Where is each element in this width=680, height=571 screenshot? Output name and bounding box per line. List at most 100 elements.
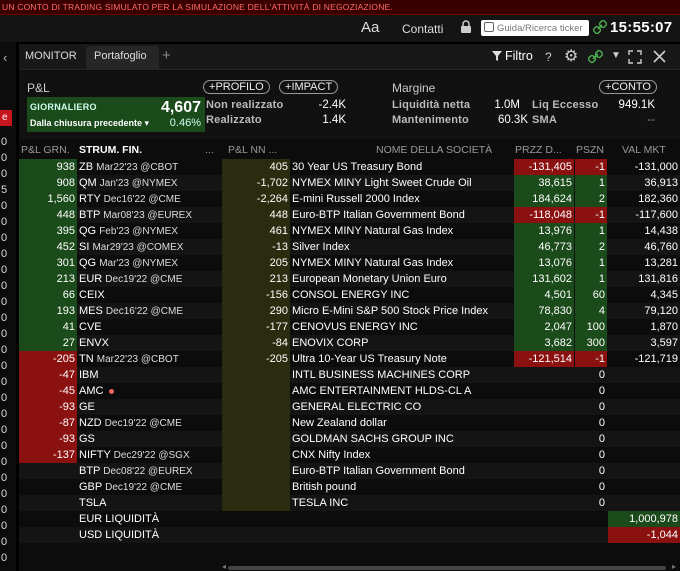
table-row[interactable]: 908 QM Jan'23 @NYMEX -1,702 NYMEX MINY Ligh… [19,175,680,191]
tab-portfolio[interactable]: Portafoglio [94,50,147,62]
left-strip-value: 0 [1,168,8,180]
tab-monitor[interactable]: MONITOR [25,50,77,62]
filter-button[interactable]: Filtro [505,49,533,63]
col-market-value[interactable]: VAL MKT [622,144,666,156]
instrument-cell[interactable]: ENVX [79,335,221,351]
instrument-expiry: Mar22'23 @CBOT [96,162,179,173]
instrument-symbol: BTP [79,465,101,477]
link-icon[interactable] [593,20,607,34]
collapse-arrow-icon[interactable]: ‹ [3,50,7,65]
col-position[interactable]: PSZN [576,144,604,156]
table-row[interactable]: -93 GE GENERAL ELECTRIC CO 0 [19,399,680,415]
table-row[interactable]: 41 CVE -177 CENOVUS ENERGY INC 2,047 100 1,870 [19,319,680,335]
col-avg-price[interactable]: PRZZ D... [515,144,562,156]
contacts-link[interactable]: Contatti [402,22,443,36]
unrealized-pnl-cell [222,367,290,383]
table-row[interactable]: TSLA TESLA INC 0 [19,495,680,511]
scroll-left-icon[interactable]: ◂ [222,562,226,571]
add-tab-icon[interactable]: + [162,47,171,64]
market-value-cell: 3,597 [650,337,678,349]
horizontal-scrollbar[interactable]: ◂ ▸ [222,562,680,571]
table-row[interactable]: -45 AMC AMC ENTERTAINMENT HLDS-CL A 0 [19,383,680,399]
font-size-button[interactable]: Aa [361,19,379,36]
table-row[interactable]: 301 QG Mar'23 @NYMEX 205 NYMEX MINY Natural… [19,255,680,271]
col-pnl-unrealized[interactable]: P&L NN ... [228,144,277,156]
instrument-cell[interactable]: CEIX [79,287,221,303]
table-row[interactable]: GBP Dec19'22 @CME British pound 0 [19,479,680,495]
instrument-cell[interactable]: ZB Mar22'23 @CBOT [79,159,221,175]
instrument-symbol: EUR [79,273,103,285]
net-liquidity-value: 1.0M [494,99,520,111]
table-row[interactable]: 66 CEIX -156 CONSOL ENERGY INC 4,501 60 4,345 [19,287,680,303]
help-icon[interactable]: ? [545,50,552,64]
unrealized-value: -2.4K [318,99,347,111]
instrument-cell[interactable]: IBM [79,367,221,383]
table-row[interactable]: -205 TN Mar22'23 @CBOT -205 Ultra 10-Year U… [19,351,680,367]
account-button[interactable]: +CONTO [599,80,657,94]
instrument-cell[interactable]: QM Jan'23 @NYMEX [79,175,221,191]
lock-icon[interactable] [460,20,472,34]
table-row[interactable]: -137 NIFTY Dec29'22 @SGX CNX Nifty Index 0 [19,447,680,463]
instrument-cell[interactable]: GBP Dec19'22 @CME [79,479,221,495]
table-row[interactable]: -93 GS GOLDMAN SACHS GROUP INC 0 [19,431,680,447]
instrument-cell[interactable]: SI Mar29'23 @COMEX [79,239,221,255]
table-row[interactable]: BTP Dec08'22 @EUREX Euro-BTP Italian Gove… [19,463,680,479]
instrument-cell[interactable]: TSLA [79,495,221,511]
col-more[interactable]: ... [205,144,214,156]
col-pnl-day[interactable]: P&L GRN. [21,144,70,156]
unrealized-pnl-cell [222,479,290,495]
table-row[interactable]: 27 ENVX -84 ENOVIX CORP 3,682 300 3,597 [19,335,680,351]
col-instrument[interactable]: STRUM. FIN. [79,144,142,156]
impact-button[interactable]: +IMPACT [279,80,339,94]
table-row[interactable]: 938 ZB Mar22'23 @CBOT 405 30 Year US Treasu… [19,159,680,175]
instrument-cell[interactable]: CVE [79,319,221,335]
instrument-cell[interactable]: EUR Dec19'22 @CME [79,271,221,287]
instrument-cell[interactable]: GS [79,431,221,447]
instrument-cell[interactable]: RTY Dec16'22 @CME [79,191,221,207]
search-icon [484,22,494,32]
instrument-cell[interactable]: BTP Dec08'22 @EUREX [79,463,221,479]
instrument-cell[interactable]: MES Dec16'22 @CME [79,303,221,319]
filter-icon[interactable] [492,51,502,61]
table-row[interactable]: 1,560 RTY Dec16'22 @CME -2,264 E-mini Russe… [19,191,680,207]
unrealized-label: Non realizzato [206,99,284,111]
left-strip-value: 0 [1,152,8,164]
table-row[interactable]: 193 MES Dec16'22 @CME 290 Micro E-Mini S&P … [19,303,680,319]
instrument-expiry: Mar'23 @NYMEX [99,258,178,269]
dropdown-caret-icon[interactable]: ▼ [611,50,621,61]
gear-icon[interactable]: ⚙ [564,46,578,66]
table-row[interactable]: 213 EUR Dec19'22 @CME 213 European Monetary… [19,271,680,287]
market-value-cell [608,495,680,511]
daily-pnl-cell [19,463,77,479]
table-row[interactable]: 395 QG Feb'23 @NYMEX 461 NYMEX MINY Natural… [19,223,680,239]
search-input[interactable] [497,21,587,35]
instrument-cell[interactable]: BTP Mar08'23 @EUREX [79,207,221,223]
scroll-right-icon[interactable]: ▸ [672,562,676,571]
col-company-name[interactable]: NOME DELLA SOCIETÀ [376,144,492,156]
instrument-cell[interactable]: AMC [79,383,221,399]
instrument-cell[interactable]: NIFTY Dec29'22 @SGX [79,447,221,463]
instrument-cell[interactable]: GE [79,399,221,415]
table-row[interactable]: 452 SI Mar29'23 @COMEX -13 Silver Index 46,7… [19,239,680,255]
cash-row[interactable]: USD LIQUIDITÀ -1,044 [19,527,680,543]
cash-row[interactable]: EUR LIQUIDITÀ 1,000,978 [19,511,680,527]
left-strip-value: 0 [1,216,8,228]
company-name-cell: Micro E-Mini S&P 500 Stock Price Index [292,305,489,317]
expand-icon[interactable] [628,50,642,64]
table-row[interactable]: -87 NZD Dec19'22 @CME New Zealand dollar 0 [19,415,680,431]
search-box[interactable] [481,20,589,36]
instrument-cell[interactable]: QG Feb'23 @NYMEX [79,223,221,239]
instrument-cell[interactable]: QG Mar'23 @NYMEX [79,255,221,271]
scroll-thumb[interactable] [228,566,666,570]
link-group-icon[interactable] [588,50,604,64]
table-row[interactable]: -47 IBM INTL BUSINESS MACHINES CORP 0 [19,367,680,383]
table-row[interactable]: 448 BTP Mar08'23 @EUREX 448 Euro-BTP Italia… [19,207,680,223]
instrument-cell[interactable]: TN Mar22'23 @CBOT [79,351,221,367]
avg-price-cell [514,495,574,511]
profile-button[interactable]: +PROFILO [203,80,270,94]
left-strip-value: 0 [1,536,8,548]
market-value-cell [608,463,680,479]
close-icon[interactable] [653,50,666,63]
since-prev-close-dropdown[interactable]: Dalla chiusura precedente ▾ [30,118,149,129]
instrument-cell[interactable]: NZD Dec19'22 @CME [79,415,221,431]
